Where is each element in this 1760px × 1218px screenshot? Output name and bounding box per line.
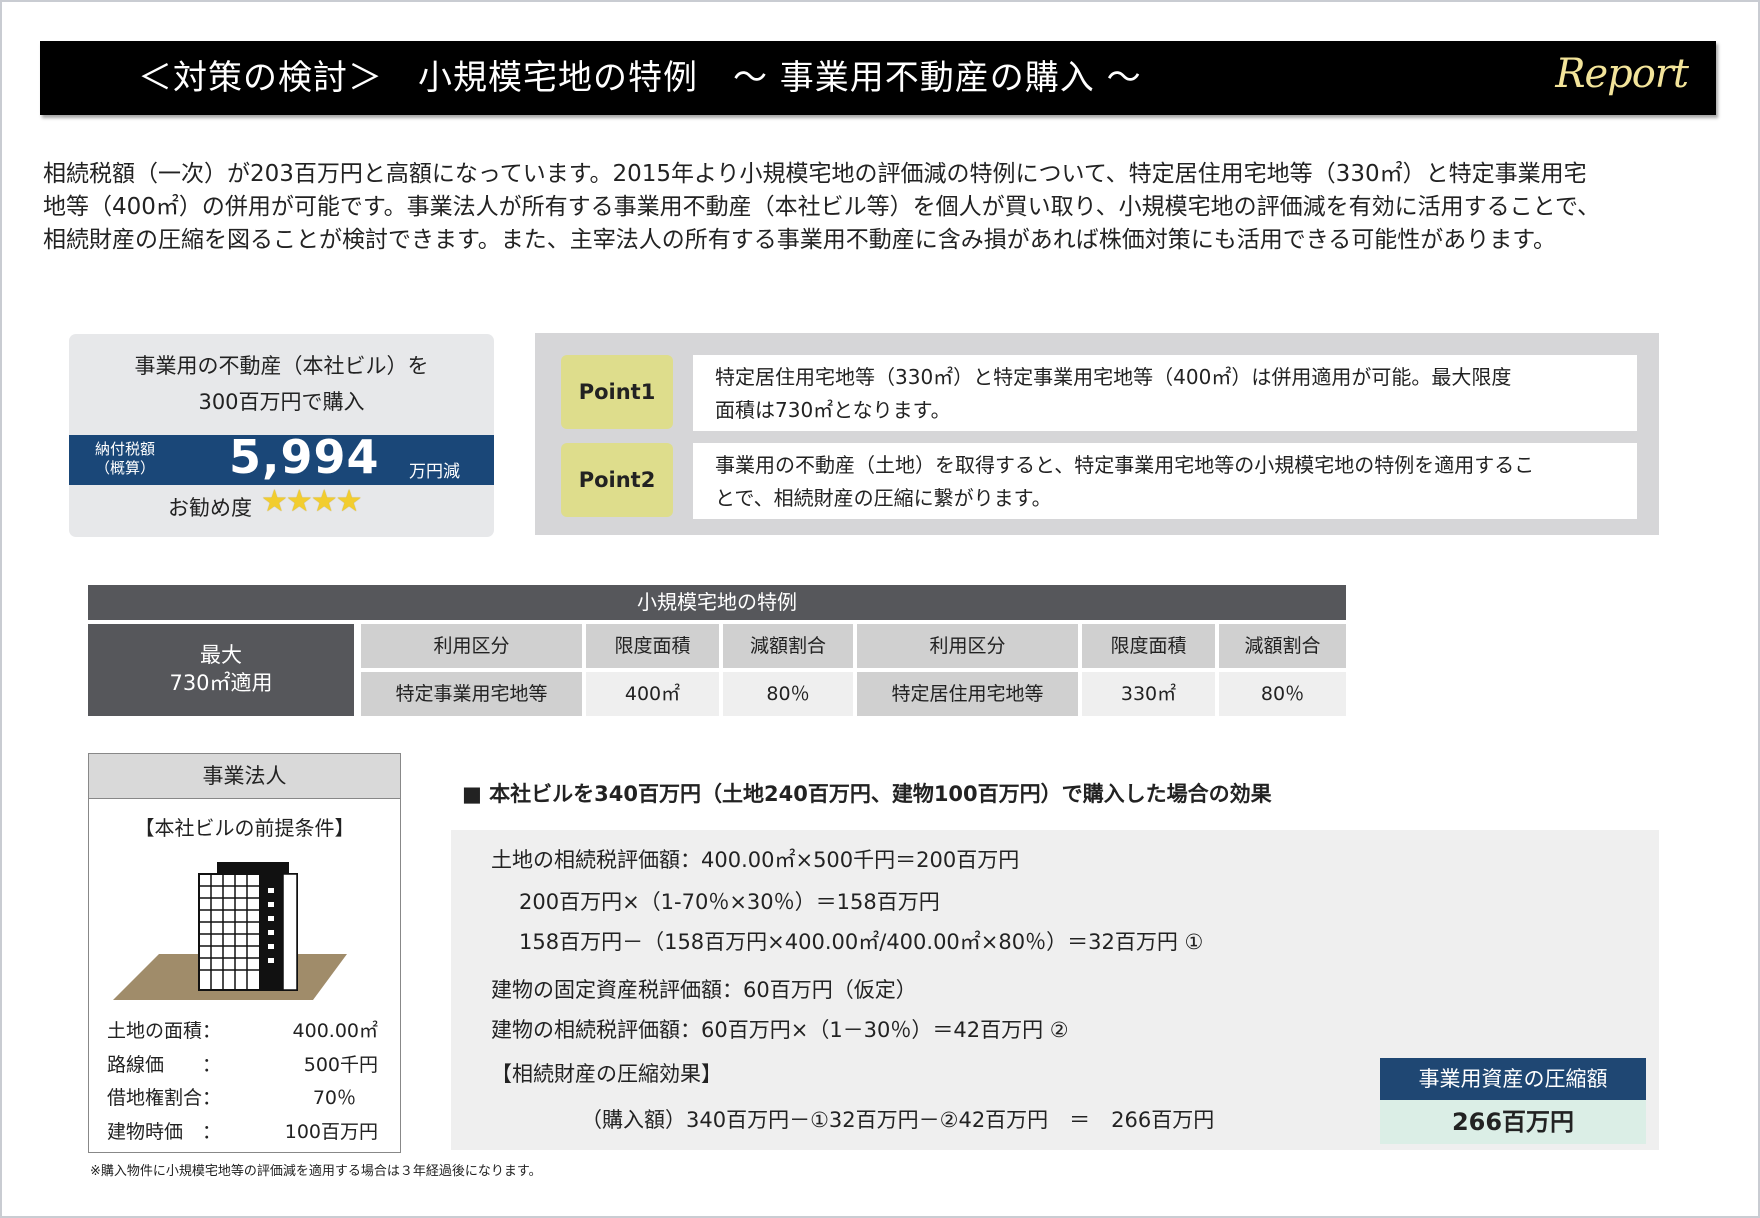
tax-unit: 万円減: [409, 462, 460, 482]
intro-paragraph: 相続税額（一次）が203百万円と高額になっています。2015年より小規模宅地の評…: [43, 158, 1723, 257]
summary-card: 事業用の不動産（本社ビル）を 300百万円で購入 納付税額 （概算） 5,994…: [69, 334, 494, 537]
table-header-cell: 限度面積: [586, 624, 719, 668]
table-cell-usage: 特定事業用宅地等: [361, 672, 582, 716]
effect-section-title: ■ 本社ビルを340百万円（土地240百万円、建物100百万円）で購入した場合の…: [462, 782, 1272, 806]
table-header-cell: 利用区分: [361, 624, 582, 668]
summary-line-2: 300百万円で購入: [198, 390, 365, 414]
table-cell-rate: 80％: [1219, 672, 1346, 716]
table-cell-area: 330㎡: [1082, 672, 1215, 716]
point2-line-1: 事業用の不動産（土地）を取得すると、特定事業用宅地等の小規模宅地の特例を適用する…: [715, 453, 1535, 477]
land-area-value: 400.00㎡: [292, 1020, 378, 1042]
recommend-label: お勧め度: [168, 496, 252, 520]
header-bar: ＜対策の検討＞ 小規模宅地の特例 ～ 事業用不動産の購入 ～ Report: [40, 41, 1716, 115]
route-price-label: 路線価 ：: [107, 1054, 222, 1076]
company-box: 事業法人 【本社ビルの前提条件】 土地の面積： 400.00㎡ 路線価 ： 50…: [88, 753, 401, 1153]
point1-line-2: 面積は730㎡となります。: [715, 398, 951, 422]
tax-label-line-2: （概算）: [95, 459, 156, 477]
point1-text: 特定居住用宅地等（330㎡）と特定事業用宅地等（400㎡）は併用適用が可能。最大…: [693, 355, 1637, 431]
calc-line: 建物の相続税評価額：60百万円×（1－30％）＝42百万円 ②: [491, 1018, 1069, 1042]
calc-line: 建物の固定資産税評価額：60百万円（仮定）: [491, 978, 917, 1002]
footnote: ※購入物件に小規模宅地等の評価減を適用する場合は３年経過後になります。: [90, 1164, 542, 1179]
table-side-line-2: 730㎡適用: [169, 671, 273, 695]
leasehold-ratio-label: 借地権割合：: [107, 1087, 222, 1109]
compression-formula: （購入額）340百万円－①32百万円－②42百万円 ＝ 266百万円: [581, 1108, 1215, 1132]
table-cell-usage: 特定居住用宅地等: [857, 672, 1078, 716]
point1-line-1: 特定居住用宅地等（330㎡）と特定事業用宅地等（400㎡）は併用適用が可能。最大…: [715, 365, 1512, 389]
leasehold-ratio-value: 70％: [312, 1087, 356, 1109]
summary-line-1: 事業用の不動産（本社ビル）を: [134, 354, 429, 378]
building-value-value: 100百万円: [284, 1121, 378, 1143]
table-header-cell: 利用区分: [857, 624, 1078, 668]
company-subtitle: 【本社ビルの前提条件】: [134, 816, 355, 840]
points-panel: Point1 特定居住用宅地等（330㎡）と特定事業用宅地等（400㎡）は併用適…: [535, 333, 1659, 535]
report-logo: Report: [1555, 51, 1689, 97]
tax-label: 納付税額 （概算）: [95, 440, 155, 478]
tax-reduction-band: 納付税額 （概算） 5,994 万円減: [69, 430, 494, 485]
table-side-line-1: 最大: [200, 643, 242, 667]
special-rule-table-title: 小規模宅地の特例: [88, 585, 1346, 620]
point2-badge: Point2: [561, 443, 673, 517]
point1-badge: Point1: [561, 355, 673, 429]
compression-effect-heading: 【相続財産の圧縮効果】: [491, 1062, 722, 1086]
table-side-header: 最大 730㎡適用: [88, 624, 354, 716]
land-area-label: 土地の面積：: [107, 1020, 222, 1042]
intro-line: 相続税額（一次）が203百万円と高額になっています。2015年より小規模宅地の評…: [43, 161, 1587, 187]
calc-line: 200百万円×（1-70％×30％）＝158百万円: [519, 890, 940, 914]
tax-value: 5,994: [229, 430, 380, 484]
calc-line: 土地の相続税評価額：400.00㎡×500千円＝200百万円: [491, 848, 1020, 872]
compression-result-value: 266百万円: [1380, 1100, 1646, 1144]
calc-line: 158百万円－（158百万円×400.00㎡/400.00㎡×80％）＝32百万…: [519, 930, 1204, 954]
table-header-cell: 減額割合: [1219, 624, 1346, 668]
company-title: 事業法人: [89, 754, 400, 799]
table-header-cell: 限度面積: [1082, 624, 1215, 668]
compression-result-label: 事業用資産の圧縮額: [1380, 1058, 1646, 1100]
point2-text: 事業用の不動産（土地）を取得すると、特定事業用宅地等の小規模宅地の特例を適用する…: [693, 443, 1637, 519]
star-rating-icon: ★★★★: [261, 484, 363, 519]
office-building-icon: [113, 862, 347, 1000]
route-price-value: 500千円: [303, 1054, 378, 1076]
table-cell-area: 400㎡: [586, 672, 719, 716]
tax-label-line-1: 納付税額: [95, 440, 156, 458]
intro-line: 地等（400㎡）の併用が可能です。事業法人が所有する事業用不動産（本社ビル等）を…: [43, 194, 1601, 220]
intro-line: 相続財産の圧縮を図ることが検討できます。また、主宰法人の所有する事業用不動産に含…: [43, 227, 1556, 253]
point2-line-2: とで、相続財産の圧縮に繋がります。: [715, 486, 1052, 510]
building-value-label: 建物時価 ：: [107, 1121, 222, 1143]
table-header-cell: 減額割合: [723, 624, 853, 668]
table-cell-rate: 80％: [723, 672, 853, 716]
page-title: ＜対策の検討＞ 小規模宅地の特例 ～ 事業用不動産の購入 ～: [138, 58, 1142, 98]
